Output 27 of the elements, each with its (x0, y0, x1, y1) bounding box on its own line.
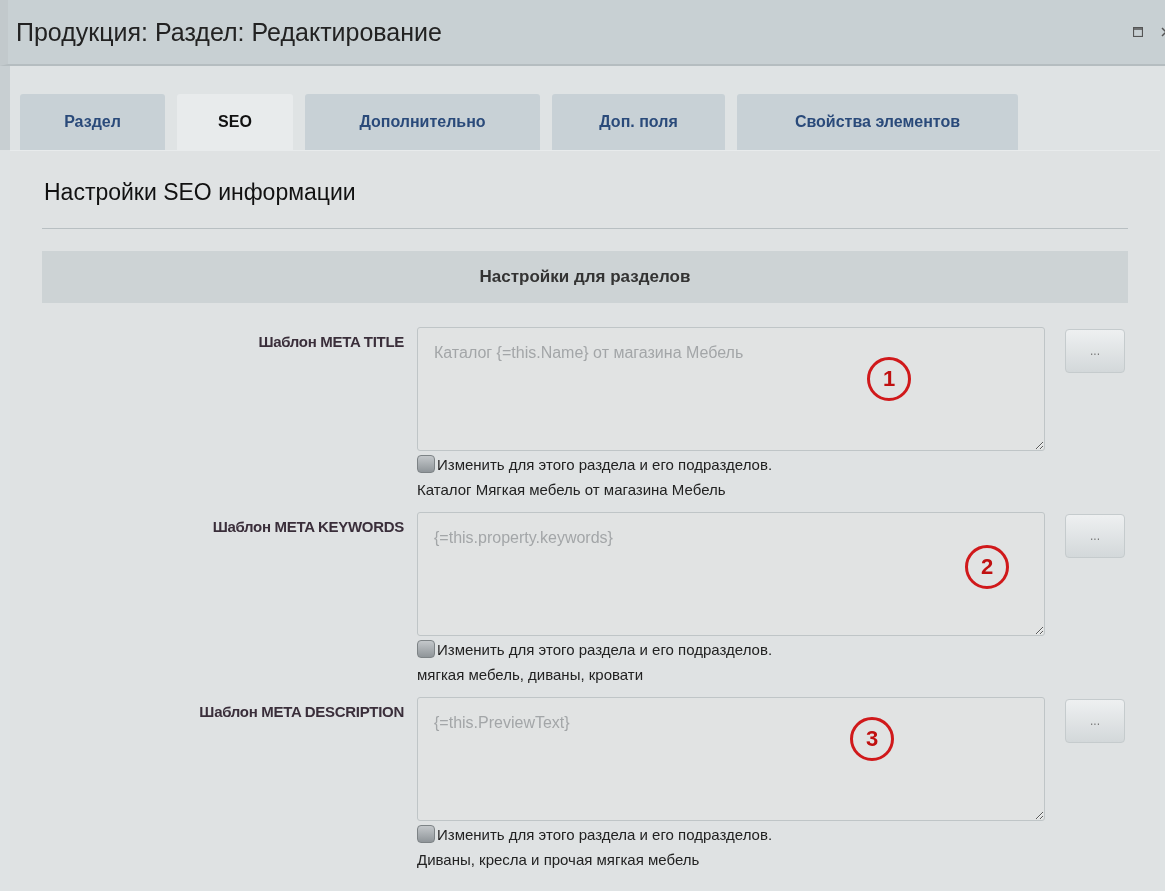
tab[interactable]: Свойства элементов (737, 94, 1018, 150)
field-label: Шаблон META TITLE (257, 332, 404, 350)
checkbox[interactable] (417, 825, 435, 843)
checkbox-label: Изменить для этого раздела и его подразделов. (437, 825, 773, 843)
checkbox-label: Изменить для этого раздела и его подразделов. (437, 640, 773, 658)
number-marker: 1 (867, 357, 911, 401)
checkbox[interactable] (417, 640, 435, 658)
checkbox[interactable] (417, 455, 435, 473)
preview-text: мягкая мебель, диваны, кровати (417, 666, 645, 683)
preview-text: Каталог Мягкая мебель от магазина Мебель (417, 481, 727, 498)
tab[interactable]: Дополнительно (305, 94, 540, 150)
tab[interactable]: SEO (177, 94, 293, 150)
more-button[interactable]: ... (1065, 329, 1125, 373)
preview-text: Диваны, кресла и прочая мягкая мебель (417, 851, 701, 868)
section-heading: Настройки SEO информации (42, 151, 1128, 229)
more-button[interactable]: ... (1065, 514, 1125, 558)
tab[interactable]: Доп. поля (552, 94, 725, 150)
number-marker: 2 (965, 545, 1009, 589)
tab[interactable]: Раздел (20, 94, 165, 150)
maximize-icon[interactable] (1133, 27, 1143, 37)
field-label: Шаблон META KEYWORDS (211, 517, 404, 535)
more-button[interactable]: ... (1065, 699, 1125, 743)
number-marker: 3 (850, 717, 894, 761)
checkbox-label: Изменить для этого раздела и его подразделов. (437, 455, 773, 473)
window-title: Продукция: Раздел: Редактирование (15, 17, 442, 47)
section-header: Настройки для разделов (42, 251, 1128, 303)
field-label: Шаблон META DESCRIPTION (198, 702, 404, 720)
